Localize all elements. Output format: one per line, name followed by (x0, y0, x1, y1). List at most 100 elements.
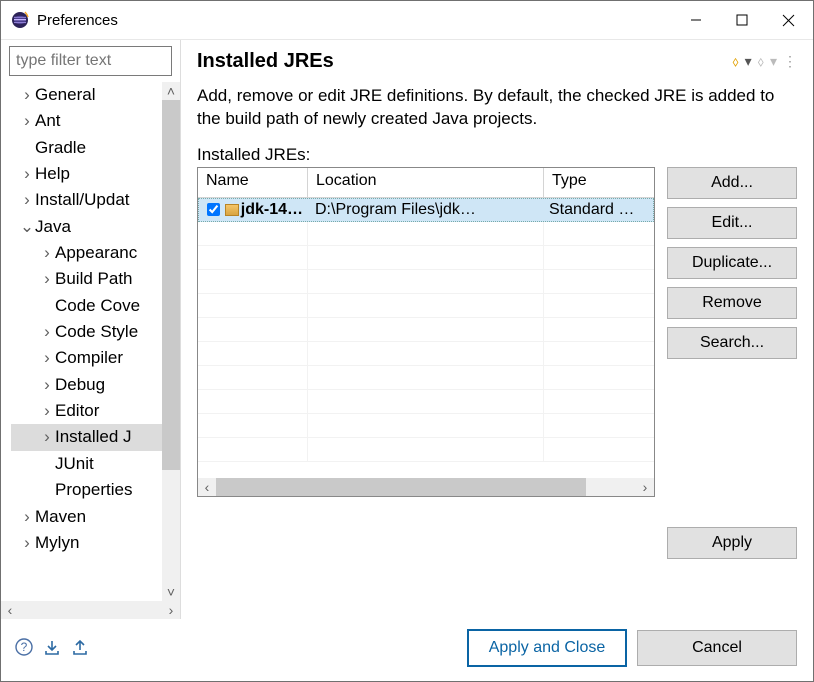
tree-item-label: Code Style (55, 319, 138, 345)
back-icon[interactable]: ⬨ (732, 53, 738, 70)
chevron-right-icon[interactable]: › (19, 187, 35, 213)
header-toolbar: ⬨ ▾ ⬨ ▾ ⋮ (732, 53, 797, 70)
chevron-right-icon[interactable]: › (39, 398, 55, 424)
chevron-right-icon[interactable]: › (19, 530, 35, 556)
tree-item-label: Help (35, 161, 70, 187)
tree-item-label: Code Cove (55, 293, 140, 319)
tree-item-junit[interactable]: JUnit (11, 451, 162, 477)
tree-item-installed-j[interactable]: ›Installed J (11, 424, 162, 450)
jre-icon (225, 204, 239, 216)
table-row[interactable]: jdk-14… D:\Program Files\jdk… Standard … (198, 198, 654, 222)
footer: ? Apply and Close Cancel (1, 619, 813, 681)
close-button[interactable] (765, 4, 811, 36)
chevron-right-icon[interactable]: › (39, 424, 55, 450)
filter-input[interactable] (9, 46, 172, 76)
minimize-button[interactable] (673, 4, 719, 36)
jre-type: Standard … (543, 201, 653, 219)
scroll-right-icon[interactable]: › (162, 601, 180, 619)
chevron-right-icon[interactable]: › (39, 345, 55, 371)
svg-text:?: ? (21, 640, 28, 654)
table-label: Installed JREs: (197, 145, 797, 165)
table-scrollbar-thumb[interactable] (216, 478, 586, 496)
chevron-right-icon[interactable]: › (19, 108, 35, 134)
tree-item-label: Properties (55, 477, 132, 503)
tree-horizontal-scrollbar[interactable]: ‹ › (1, 601, 180, 619)
tree-item-label: JUnit (55, 451, 94, 477)
tree-item-java[interactable]: ⌄Java (11, 214, 162, 240)
tree-item-ant[interactable]: ›Ant (11, 108, 162, 134)
tree-item-mylyn[interactable]: ›Mylyn (11, 530, 162, 556)
chevron-right-icon[interactable]: › (39, 319, 55, 345)
tree-item-code-cove[interactable]: Code Cove (11, 293, 162, 319)
chevron-right-icon[interactable]: › (39, 266, 55, 292)
tree-item-install-updat[interactable]: ›Install/Updat (11, 187, 162, 213)
tree-item-appearanc[interactable]: ›Appearanc (11, 240, 162, 266)
chevron-right-icon[interactable]: › (19, 504, 35, 530)
chevron-down-icon[interactable]: ⌄ (19, 214, 35, 240)
export-icon[interactable] (71, 638, 89, 659)
cancel-button[interactable]: Cancel (637, 630, 797, 666)
tree-item-help[interactable]: ›Help (11, 161, 162, 187)
tree-item-label: Ant (35, 108, 61, 134)
tree-item-label: Debug (55, 372, 105, 398)
empty-rows (198, 222, 654, 462)
search-button[interactable]: Search... (667, 327, 797, 359)
table-body: jdk-14… D:\Program Files\jdk… Standard … (198, 198, 654, 478)
titlebar: Preferences (1, 1, 813, 39)
tree-item-label: General (35, 82, 95, 108)
table-scroll-left-icon[interactable]: ‹ (198, 479, 216, 495)
jre-name: jdk-14… (241, 201, 303, 219)
column-location[interactable]: Location (308, 168, 544, 197)
tree-vertical-scrollbar[interactable]: ˄ ˅ (162, 82, 180, 601)
tree-item-label: Installed J (55, 424, 132, 450)
chevron-right-icon[interactable]: › (19, 82, 35, 108)
tree-item-compiler[interactable]: ›Compiler (11, 345, 162, 371)
page-title: Installed JREs (197, 50, 732, 73)
tree-item-gradle[interactable]: Gradle (11, 135, 162, 161)
eclipse-icon (11, 11, 29, 29)
jre-location: D:\Program Files\jdk… (309, 201, 543, 219)
scroll-left-icon[interactable]: ‹ (1, 601, 19, 619)
remove-button[interactable]: Remove (667, 287, 797, 319)
preferences-window: Preferences ›General›AntGradle›Help›Inst… (0, 0, 814, 682)
jre-default-checkbox[interactable] (207, 203, 220, 216)
tree-item-label: Java (35, 214, 71, 240)
side-buttons: Add... Edit... Duplicate... Remove Searc… (667, 167, 797, 497)
tree-item-debug[interactable]: ›Debug (11, 372, 162, 398)
tree-item-label: Install/Updat (35, 187, 130, 213)
table-horizontal-scrollbar[interactable]: ‹ › (198, 478, 654, 496)
tree-item-maven[interactable]: ›Maven (11, 504, 162, 530)
content-area: ›General›AntGradle›Help›Install/Updat⌄Ja… (1, 39, 813, 619)
tree-item-label: Editor (55, 398, 99, 424)
maximize-button[interactable] (719, 4, 765, 36)
tree-item-label: Maven (35, 504, 86, 530)
chevron-right-icon[interactable]: › (39, 240, 55, 266)
scrollbar-thumb[interactable] (162, 100, 180, 470)
tree-item-label: Build Path (55, 266, 133, 292)
back-menu-icon[interactable]: ▾ (745, 53, 752, 70)
tree-item-editor[interactable]: ›Editor (11, 398, 162, 424)
tree-item-properties[interactable]: Properties (11, 477, 162, 503)
window-title: Preferences (37, 12, 118, 29)
tree-item-label: Mylyn (35, 530, 79, 556)
help-icon[interactable]: ? (15, 638, 33, 659)
chevron-right-icon[interactable]: › (39, 372, 55, 398)
apply-and-close-button[interactable]: Apply and Close (467, 629, 627, 667)
edit-button[interactable]: Edit... (667, 207, 797, 239)
jre-table[interactable]: Name Location Type jdk-14… D:\Program Fi… (197, 167, 655, 497)
scroll-down-icon[interactable]: ˅ (162, 583, 180, 601)
tree-item-general[interactable]: ›General (11, 82, 162, 108)
column-name[interactable]: Name (198, 168, 308, 197)
view-menu-icon[interactable]: ⋮ (783, 53, 797, 70)
tree-item-code-style[interactable]: ›Code Style (11, 319, 162, 345)
chevron-right-icon[interactable]: › (19, 161, 35, 187)
preferences-tree[interactable]: ›General›AntGradle›Help›Install/Updat⌄Ja… (1, 82, 162, 601)
column-type[interactable]: Type (544, 168, 654, 197)
table-scroll-right-icon[interactable]: › (636, 479, 654, 495)
tree-item-build-path[interactable]: ›Build Path (11, 266, 162, 292)
import-icon[interactable] (43, 638, 61, 659)
scroll-up-icon[interactable]: ˄ (162, 82, 180, 100)
add-button[interactable]: Add... (667, 167, 797, 199)
duplicate-button[interactable]: Duplicate... (667, 247, 797, 279)
apply-button[interactable]: Apply (667, 527, 797, 559)
